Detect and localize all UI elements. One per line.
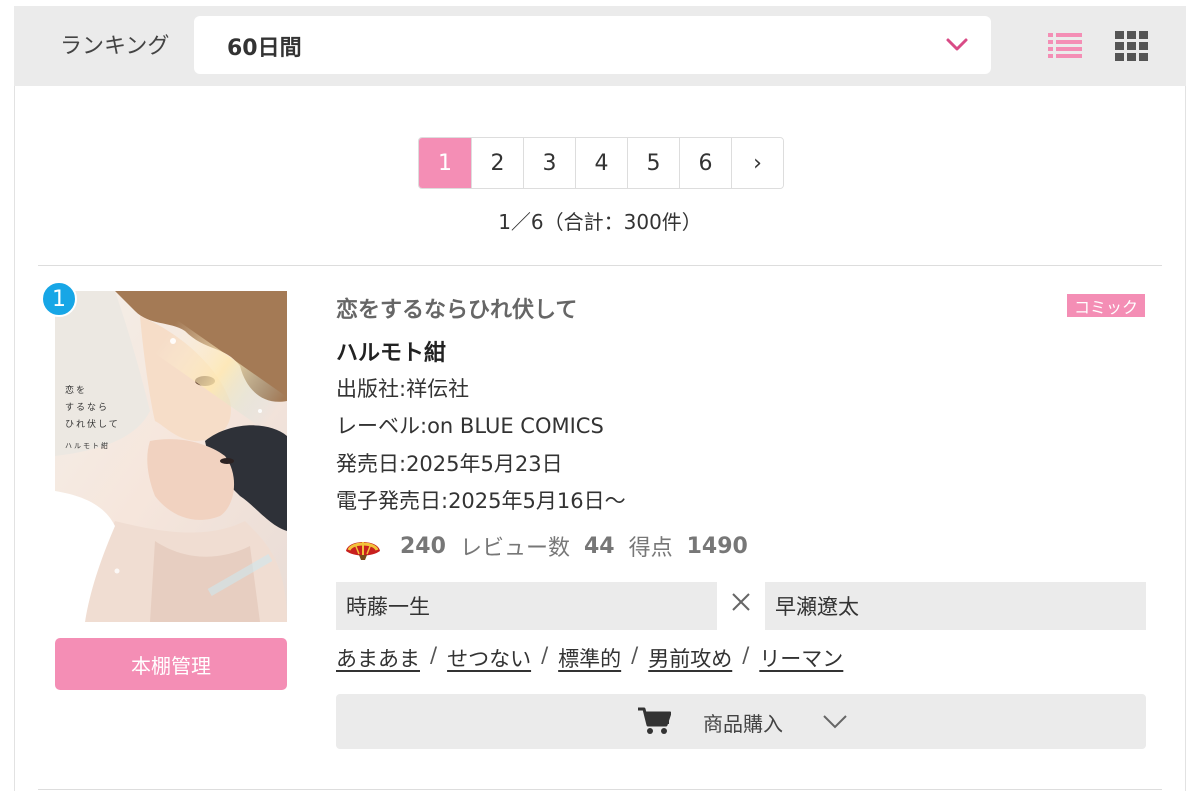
page-2[interactable]: 2 [471, 138, 523, 188]
ebook-release-date: 電子発売日:2025年5月16日～ [336, 489, 626, 513]
release-date: 発売日:2025年5月23日 [336, 452, 563, 476]
pagination-summary: 1／6（合計：300件） [498, 210, 702, 234]
list-view-icon[interactable] [1048, 32, 1082, 60]
review-count: 44 [583, 533, 615, 559]
tag-separator: / [541, 643, 549, 667]
author-name[interactable]: ハルモト紺 [336, 335, 446, 367]
tag-link[interactable]: リーマン [759, 643, 843, 673]
chevron-down-icon [946, 38, 968, 51]
stats-row: 240 レビュー数 44 得点 1490 [342, 531, 748, 561]
content-border-right [1185, 86, 1186, 791]
book-cover[interactable]: 恋を するなら ひれ伏して ハルモト紺 [55, 291, 287, 622]
chevron-down-icon [823, 715, 847, 729]
tag-link[interactable]: 男前攻め [648, 643, 732, 673]
tag-link[interactable]: 標準的 [558, 643, 621, 673]
couple-right[interactable]: 早瀬遼太 [765, 582, 1146, 630]
tag-separator: / [631, 643, 639, 667]
cover-title-line-1: 恋を [65, 386, 88, 396]
tag-link[interactable]: あまあま [336, 643, 420, 673]
cross-icon [732, 593, 750, 611]
page-4[interactable]: 4 [575, 138, 627, 188]
tag-separator: / [430, 643, 438, 667]
ranking-label: ランキング [60, 34, 170, 59]
content-border-left [14, 86, 15, 791]
cart-icon [638, 707, 671, 734]
fan-count: 240 [400, 533, 446, 559]
tag-separator: / [742, 643, 750, 667]
pagination: 1 2 3 4 5 6 › [418, 137, 784, 189]
score-value: 1490 [686, 533, 748, 559]
genre-badge: コミック [1067, 294, 1145, 317]
ranking-bar: ランキング 60日間 [14, 6, 1186, 86]
cover-title-line-2: するなら [65, 403, 110, 413]
page-1[interactable]: 1 [419, 138, 471, 188]
cover-author: ハルモト紺 [65, 442, 110, 450]
score-label: 得点 [628, 536, 673, 561]
fan-icon [346, 542, 380, 560]
grid-view-icon[interactable] [1115, 31, 1149, 61]
page-5[interactable]: 5 [627, 138, 679, 188]
tag-list: あまあま / せつない / 標準的 / 男前攻め / リーマン [336, 643, 843, 673]
bookshelf-manage-button[interactable]: 本棚管理 [55, 638, 287, 690]
page-3[interactable]: 3 [523, 138, 575, 188]
period-value: 60日間 [227, 36, 302, 61]
cover-title-line-3: ひれ伏して [65, 420, 120, 430]
label: レーベル:on BLUE COMICS [336, 414, 604, 438]
period-select[interactable]: 60日間 [194, 16, 991, 74]
purchase-button[interactable]: 商品購入 [336, 694, 1146, 749]
cover-illustration [55, 291, 287, 622]
rank-badge: 1 [41, 281, 77, 317]
cover-title: 恋を するなら ひれ伏して ハルモト紺 [65, 383, 120, 455]
publisher: 出版社:祥伝社 [336, 377, 470, 401]
tag-link[interactable]: せつない [447, 643, 531, 673]
couple-left[interactable]: 時藤一生 [336, 582, 717, 630]
purchase-label: 商品購入 [703, 712, 783, 736]
book-title[interactable]: 恋をするならひれ伏して [336, 292, 577, 324]
divider [38, 265, 1162, 266]
page-6[interactable]: 6 [679, 138, 731, 188]
review-label: レビュー数 [459, 536, 570, 561]
divider [38, 789, 1162, 790]
next-page-button[interactable]: › [731, 138, 783, 188]
